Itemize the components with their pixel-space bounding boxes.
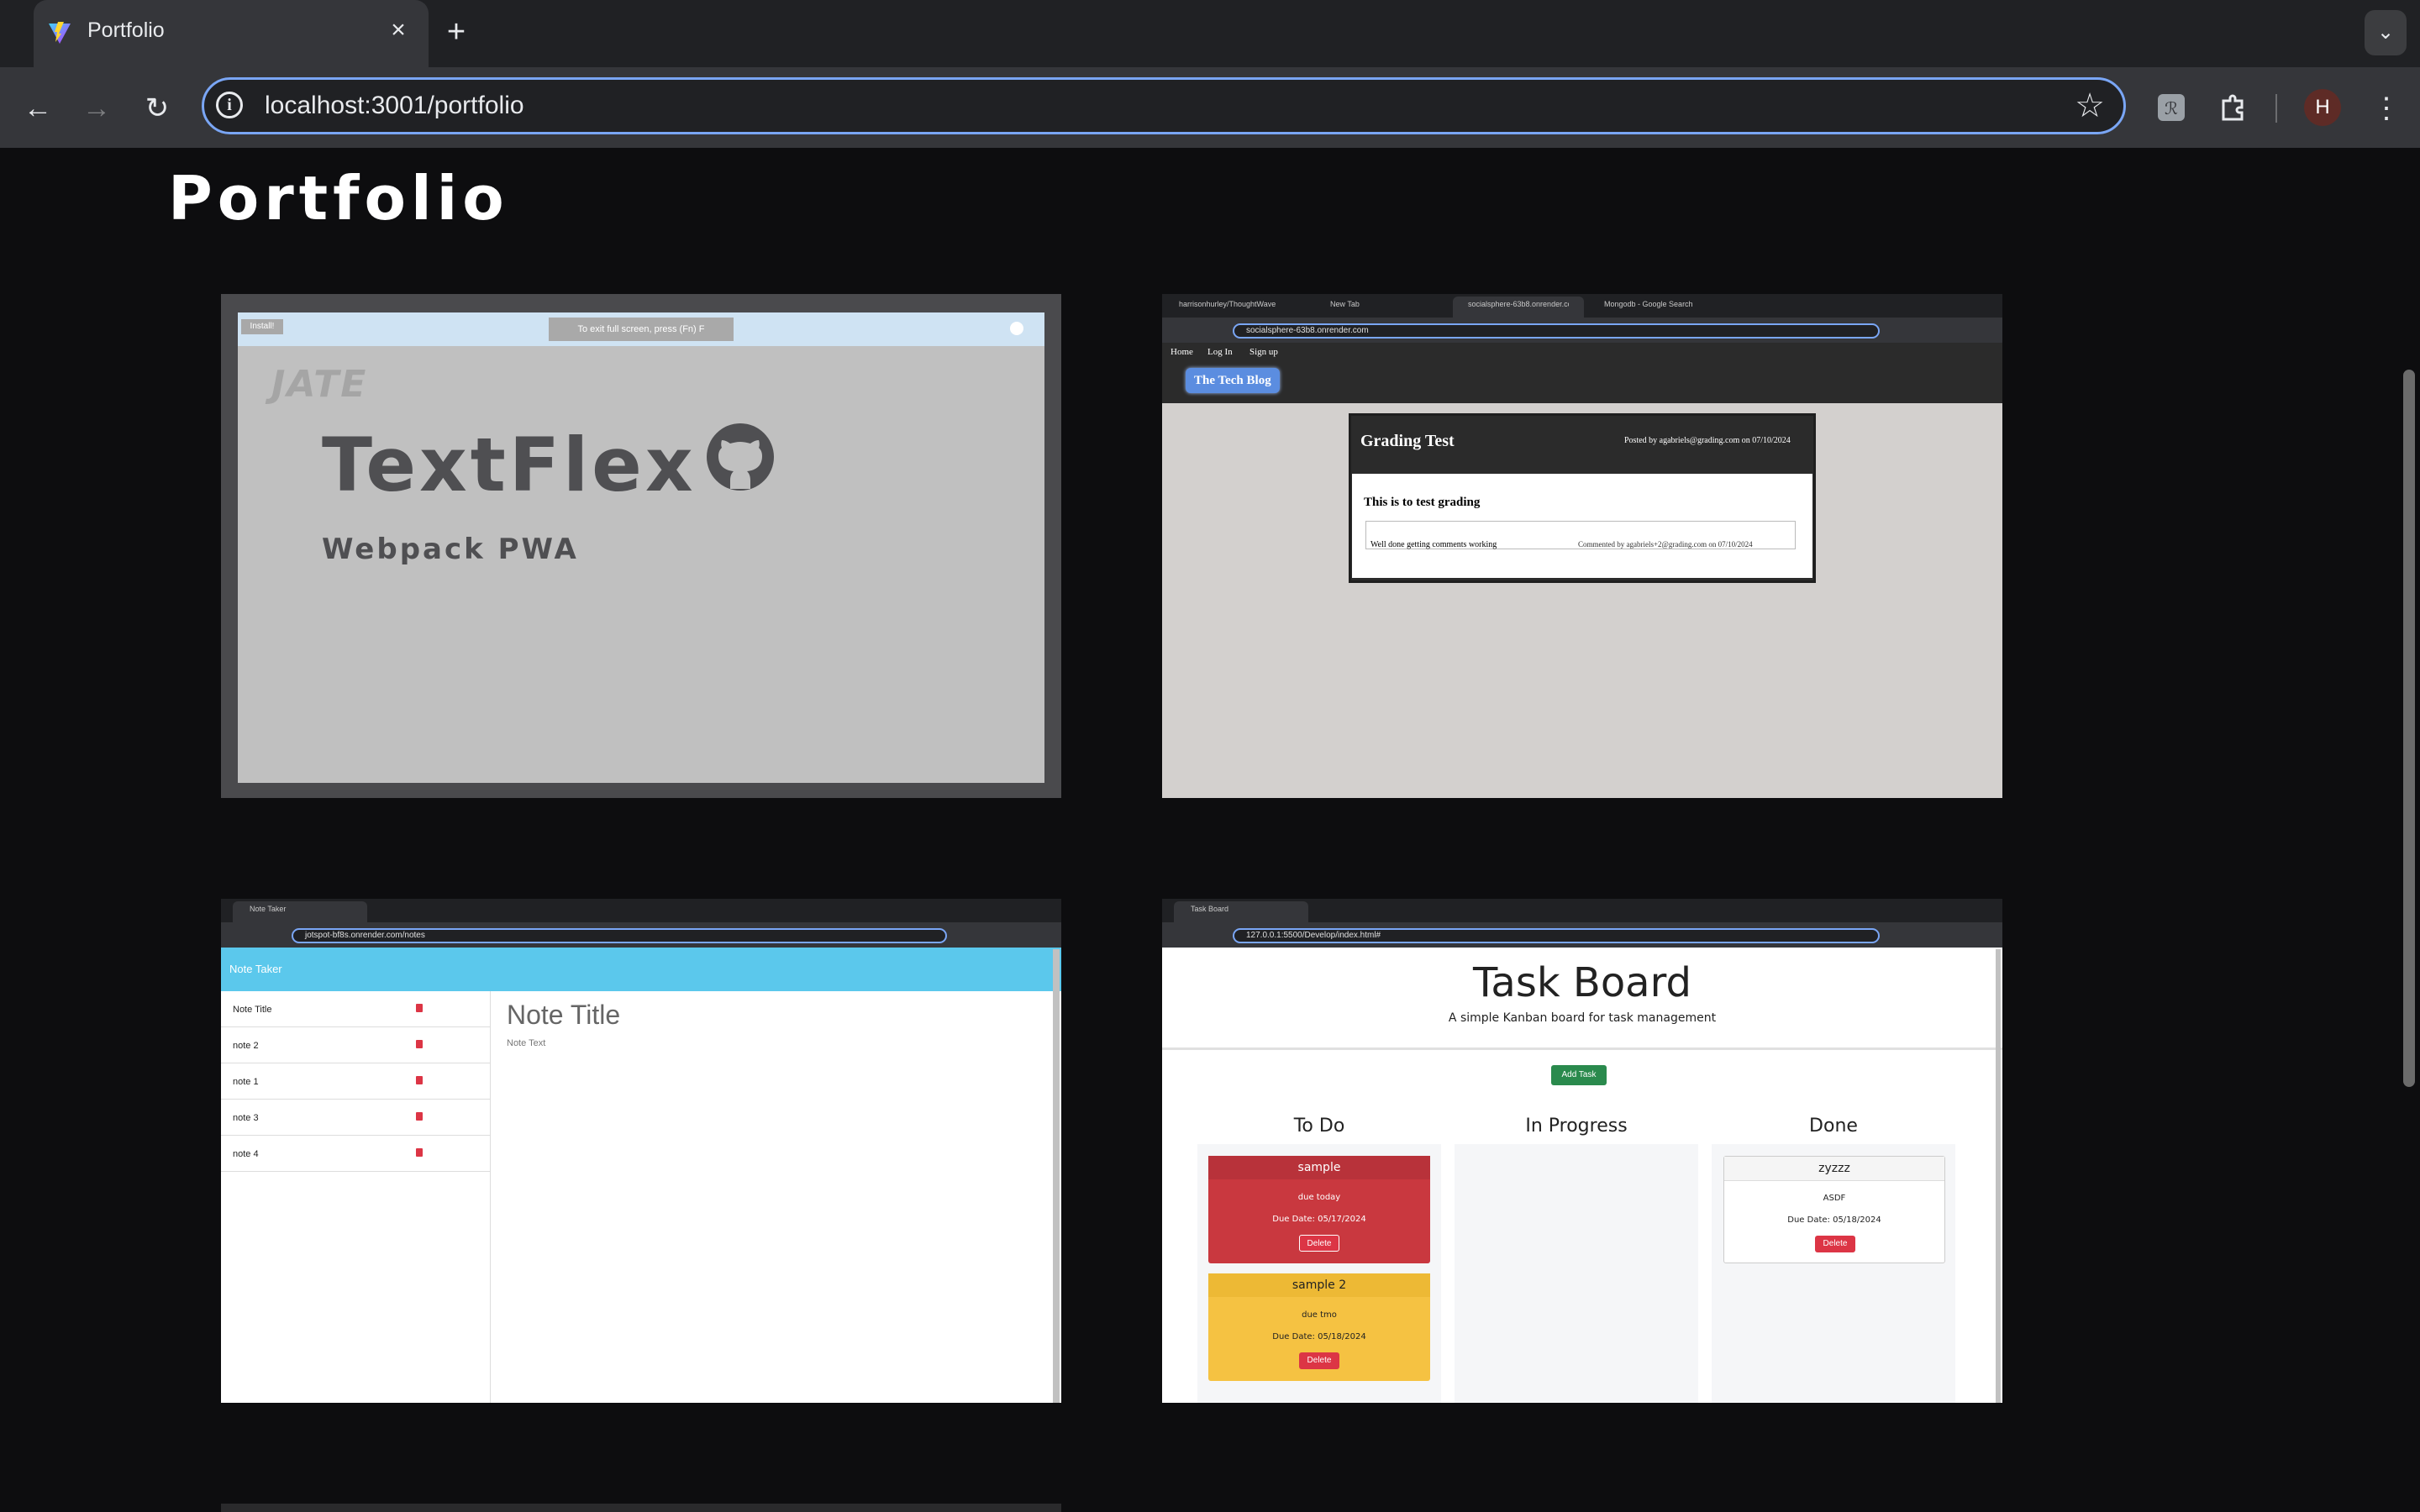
page-scrollbar-thumb[interactable] <box>2403 370 2415 1087</box>
mini-url: jotspot-bf8s.onrender.com/notes <box>305 931 425 940</box>
bookmark-star-icon[interactable]: ☆ <box>2075 87 2105 125</box>
post-text: This is to test grading <box>1364 496 1481 509</box>
post-meta: Posted by agabriels@grading.com on 07/10… <box>1624 436 1791 445</box>
task-desc: due today <box>1297 1193 1341 1202</box>
task-card-sample: sample due today Due Date: 05/17/2024 De… <box>1208 1156 1430 1263</box>
textflex-ascii-logo-icon: JATE <box>271 363 368 406</box>
nav-signup: Sign up <box>1249 347 1278 357</box>
note-label: note 4 <box>233 1149 259 1159</box>
note-label: note 3 <box>233 1113 259 1123</box>
blog-logo: The Tech Blog <box>1186 368 1280 393</box>
svg-text:ℛ: ℛ <box>2165 98 2178 118</box>
project-subtitle: Webpack PWA <box>322 533 579 566</box>
task-due: Due Date: 05/17/2024 <box>1272 1215 1366 1224</box>
nav-login: Log In <box>1207 347 1233 357</box>
comment-meta: Commented by agabriels+2@grading.com on … <box>1578 540 1753 549</box>
mini-url: socialsphere-63b8.onrender.com <box>1246 326 1369 335</box>
extension-app-icon[interactable]: ℛ <box>2154 91 2188 124</box>
mini-tab-3: socialsphere-63b8.onrender.com <box>1468 300 1569 308</box>
task-name: sample <box>1208 1156 1430 1179</box>
delete-button: Delete <box>1299 1352 1339 1369</box>
project-card-note-taker[interactable]: Note Taker jotspot-bf8s.onrender.com/not… <box>221 899 1061 1403</box>
project-card-task-board[interactable]: Task Board 127.0.0.1:5500/Develop/index.… <box>1162 899 2002 1403</box>
task-card-zyzzz: zyzzz ASDF Due Date: 05/18/2024 Delete <box>1723 1156 1945 1263</box>
vite-logo-icon <box>49 22 71 44</box>
profile-avatar[interactable]: H <box>2304 89 2341 126</box>
tab-search-icon[interactable]: ⌄ <box>2365 10 2407 55</box>
note-label: Note Title <box>233 1005 272 1015</box>
blog-header <box>1162 361 2002 403</box>
task-board-title: Task Board <box>1473 959 1691 1006</box>
mini-tab-4: Mongodb - Google Search <box>1604 300 1693 308</box>
blog-nav: Home Log In Sign up <box>1162 343 2002 361</box>
mini-tab: Task Board <box>1191 905 1229 913</box>
note-label: note 1 <box>233 1077 259 1087</box>
list-item: note 2 <box>221 1027 490 1063</box>
column-in-progress <box>1455 1144 1698 1403</box>
new-tab-icon[interactable]: + <box>437 13 476 52</box>
delete-button: Delete <box>1815 1236 1855 1252</box>
github-icon <box>707 423 774 491</box>
add-task-button: Add Task <box>1551 1065 1607 1085</box>
close-circle-icon <box>1010 322 1023 335</box>
address-bar[interactable]: i localhost:3001/portfolio ☆ <box>202 77 2126 134</box>
task-card-sample-2: sample 2 due tmo Due Date: 05/18/2024 De… <box>1208 1273 1430 1381</box>
task-due: Due Date: 05/18/2024 <box>1272 1332 1366 1341</box>
note-title: Note Title <box>507 1000 621 1030</box>
browser-menu-icon[interactable]: ⋮ <box>2370 87 2403 129</box>
column-done-heading: Done <box>1809 1116 1858 1137</box>
project-card-textflex[interactable]: Install! To exit full screen, press (Fn)… <box>221 294 1061 798</box>
note-text: Note Text <box>507 1038 546 1048</box>
forward-icon[interactable]: → <box>76 87 118 129</box>
trash-icon <box>416 1112 423 1121</box>
task-desc: ASDF <box>1823 1194 1846 1203</box>
trash-icon <box>416 1040 423 1048</box>
post-title: Grading Test <box>1360 432 1455 450</box>
task-name: sample 2 <box>1208 1273 1430 1297</box>
list-item: note 1 <box>221 1063 490 1100</box>
list-item: note 3 <box>221 1100 490 1136</box>
note-taker-title: Note Taker <box>229 963 282 975</box>
task-name: zyzzz <box>1724 1157 1944 1181</box>
task-board-scrollbar <box>1996 949 2001 1403</box>
fullscreen-toast: To exit full screen, press (Fn) F <box>549 318 734 341</box>
trash-icon <box>416 1076 423 1084</box>
note-label: note 2 <box>233 1041 259 1051</box>
project-title: TextFlex <box>322 422 697 508</box>
mini-tab-1: harrisonhurley/ThoughtWave <box>1179 300 1276 308</box>
trash-icon <box>416 1148 423 1157</box>
close-tab-icon[interactable]: × <box>381 13 415 47</box>
note-taker-header <box>221 948 1061 991</box>
extensions-puzzle-icon[interactable] <box>2217 91 2250 124</box>
install-button: Install! <box>241 319 283 334</box>
task-due: Due Date: 05/18/2024 <box>1787 1215 1881 1225</box>
comment-text: Well done getting comments working <box>1370 540 1497 549</box>
task-board-subtitle: A simple Kanban board for task managemen… <box>1448 1011 1717 1025</box>
textflex-screenshot: Install! To exit full screen, press (Fn)… <box>238 312 1044 783</box>
reload-icon[interactable]: ↻ <box>136 87 178 129</box>
site-info-icon[interactable]: i <box>216 92 243 118</box>
back-icon[interactable]: ← <box>17 87 59 129</box>
column-todo-heading: To Do <box>1293 1116 1345 1137</box>
mini-tab-2: New Tab <box>1330 300 1360 308</box>
toolbar-divider <box>2275 94 2277 123</box>
url-text[interactable]: localhost:3001/portfolio <box>265 92 524 120</box>
note-list: Note Title note 2 note 1 note 3 note 4 <box>221 991 491 1403</box>
divider <box>1162 1047 2002 1050</box>
task-desc: due tmo <box>1302 1310 1337 1320</box>
note-scrollbar <box>1053 949 1060 1403</box>
page-title: Portfolio <box>168 163 509 234</box>
nav-home: Home <box>1171 347 1193 357</box>
project-card-tech-blog[interactable]: harrisonhurley/ThoughtWave New Tab socia… <box>1162 294 2002 798</box>
mini-tab: Note Taker <box>250 905 287 913</box>
tab-title: Portfolio <box>87 18 165 42</box>
list-item: note 4 <box>221 1136 490 1172</box>
delete-button: Delete <box>1299 1235 1339 1252</box>
mini-url: 127.0.0.1:5500/Develop/index.html# <box>1246 931 1381 940</box>
list-item: Note Title <box>221 991 490 1027</box>
project-card-next[interactable] <box>221 1504 1061 1512</box>
column-in-progress-heading: In Progress <box>1525 1116 1628 1137</box>
tab-portfolio[interactable]: Portfolio × <box>34 0 429 67</box>
trash-icon <box>416 1004 423 1012</box>
